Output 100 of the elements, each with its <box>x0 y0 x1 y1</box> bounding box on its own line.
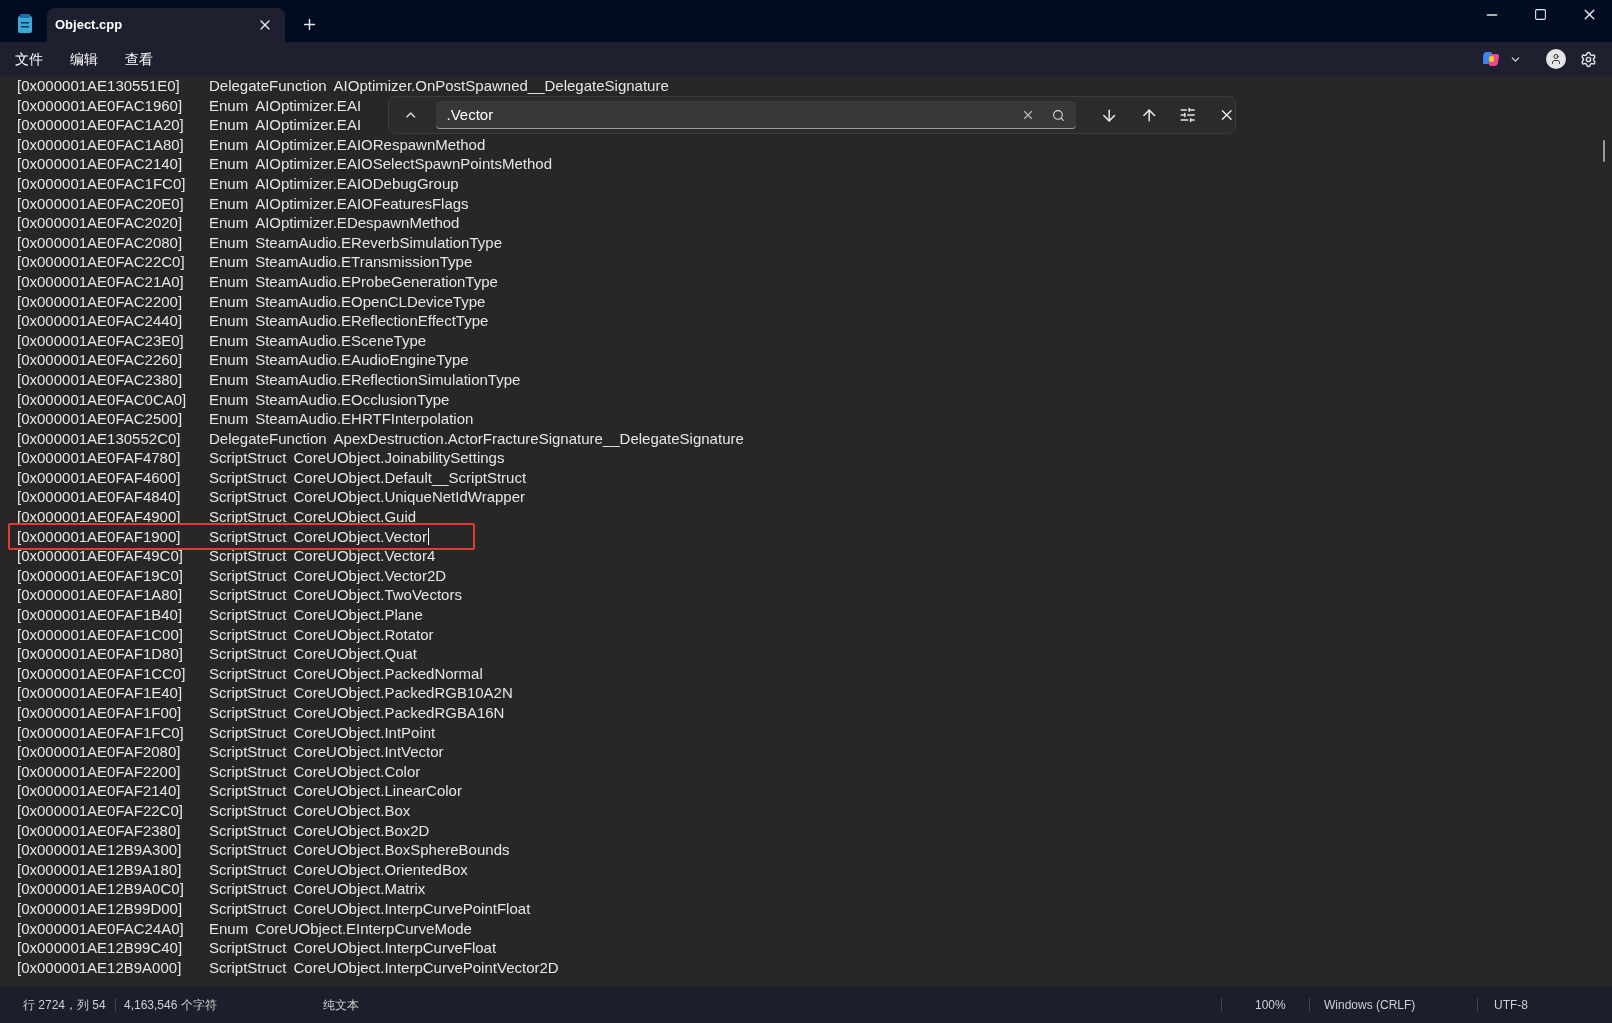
menu-item[interactable]: 查看 <box>125 48 153 70</box>
address-text: [0x000001AE0FAF2080] <box>17 742 182 762</box>
new-tab-icon[interactable] <box>301 16 318 33</box>
address-text: [0x000001AE0FAF1B40] <box>17 605 184 625</box>
kind-text: ScriptStruct <box>209 820 287 841</box>
kind-text: ScriptStruct <box>209 683 287 703</box>
address-text: [0x000001AE130552C0] <box>17 428 182 449</box>
symbol-text: SteamAudio.EHRTFInterpolation <box>255 409 474 429</box>
address-text: [0x000001AE12B9A300] <box>17 840 183 860</box>
symbol-text: SteamAudio.EReflectionEffectType <box>255 311 489 331</box>
options-icon[interactable] <box>1179 106 1197 124</box>
address-text: [0x000001AE0FAC2140] <box>17 154 184 174</box>
address-text: [0x000001AE0FAF4600] <box>17 467 182 488</box>
kind-text: ScriptStruct <box>209 487 287 508</box>
line-ending[interactable]: Windows (CRLF) <box>1324 995 1477 1014</box>
find-field[interactable]: .Vector <box>436 101 1077 129</box>
symbol-text: CoreUObject.Default__ScriptStruct <box>293 467 527 488</box>
kind-text: ScriptStruct <box>209 546 287 566</box>
kind-text: ScriptStruct <box>209 644 287 664</box>
symbol-text: SteamAudio.EReflectionSimulationType <box>255 369 521 390</box>
symbol-text: CoreUObject.Box2D <box>293 820 430 841</box>
maximize-icon[interactable] <box>1534 8 1547 21</box>
symbol-text: CoreUObject.Rotator <box>293 624 434 645</box>
scrollbar-thumb[interactable] <box>1603 140 1605 162</box>
settings-icon[interactable] <box>1580 50 1597 68</box>
address-text: [0x000001AE12B99C40] <box>17 938 184 958</box>
address-text: [0x000001AE0FAC1FC0] <box>17 173 187 194</box>
copilot-icon[interactable] <box>1483 51 1501 67</box>
symbol-text: ApexDestruction.ActorFractureSignature__DelegateSignature <box>333 428 744 449</box>
character-count: 4,163,546 个字符 <box>124 996 218 1014</box>
symbol-text: AIOptimizer.EAI <box>255 115 362 135</box>
address-text: [0x000001AE0FAC2500] <box>17 409 184 429</box>
symbol-text: CoreUObject.Plane <box>293 605 423 625</box>
address-text: [0x000001AE0FAC23E0] <box>17 330 185 351</box>
symbol-text: CoreUObject.EInterpCurveMode <box>255 918 472 939</box>
address-text: [0x000001AE0FAC24A0] <box>17 918 185 939</box>
symbol-text: CoreUObject.LinearColor <box>293 781 462 801</box>
text-cursor <box>427 527 429 545</box>
kind-text: ScriptStruct <box>209 565 287 586</box>
kind-text: ScriptStruct <box>209 703 287 723</box>
kind-text: ScriptStruct <box>209 938 287 958</box>
address-text: [0x000001AE0FAF1C00] <box>17 624 184 645</box>
kind-text: ScriptStruct <box>209 800 287 821</box>
kind-text: Enum <box>209 154 249 174</box>
kind-text: ScriptStruct <box>209 879 287 899</box>
address-text: [0x000001AE0FAC1960] <box>17 95 184 116</box>
zoom-level[interactable]: 100% <box>1255 995 1309 1014</box>
kind-text: ScriptStruct <box>209 898 287 919</box>
search-icon[interactable] <box>1052 109 1066 122</box>
kind-text: Enum <box>209 271 249 292</box>
symbol-text: CoreUObject.InterpCurveFloat <box>293 938 497 958</box>
symbol-text: CoreUObject.TwoVectors <box>293 585 462 606</box>
symbol-text: CoreUObject.PackedNormal <box>293 663 483 684</box>
address-text: [0x000001AE0FAC2440] <box>17 311 184 331</box>
kind-text: Enum <box>209 115 249 135</box>
symbol-text: CoreUObject.IntPoint <box>293 722 436 743</box>
kind-text: ScriptStruct <box>209 448 287 468</box>
address-text: [0x000001AE12B9A180] <box>17 859 183 880</box>
text-format[interactable]: 纯文本 <box>323 995 359 1014</box>
notepad-icon <box>17 14 33 34</box>
address-text: [0x000001AE0FAF2380] <box>17 820 182 841</box>
kind-text: ScriptStruct <box>209 605 287 625</box>
symbol-text: CoreUObject.PackedRGB10A2N <box>293 683 513 703</box>
symbol-text: SteamAudio.ETransmissionType <box>255 252 473 272</box>
symbol-text: CoreUObject.Matrix <box>293 879 426 899</box>
address-text: [0x000001AE0FAC22C0] <box>17 252 186 272</box>
kind-text: Enum <box>209 232 249 253</box>
kind-text: Enum <box>209 193 249 214</box>
address-text: [0x000001AE0FAC2020] <box>17 213 184 233</box>
address-text: [0x000001AE12B9A0C0] <box>17 879 185 899</box>
symbol-text: CoreUObject.InterpCurvePointFloat <box>293 898 531 919</box>
account-avatar[interactable] <box>1546 49 1566 69</box>
kind-text: Enum <box>209 213 249 233</box>
document-tab[interactable]: Object.cpp <box>47 8 285 42</box>
kind-text: ScriptStruct <box>209 722 287 743</box>
kind-text: ScriptStruct <box>209 585 287 606</box>
address-text: [0x000001AE12B9A000] <box>17 957 183 978</box>
address-text: [0x000001AE0FAC2260] <box>17 350 184 370</box>
symbol-text: CoreUObject.IntVector <box>293 742 444 762</box>
address-text: [0x000001AE0FAC1A80] <box>17 134 185 155</box>
kind-text: Enum <box>209 350 249 370</box>
menu-item[interactable]: 文件 <box>15 48 43 70</box>
symbol-text: AIOptimizer.EAI <box>255 95 362 116</box>
kind-text: ScriptStruct <box>209 957 287 978</box>
symbol-text: SteamAudio.EProbeGenerationType <box>255 271 498 292</box>
address-text: [0x000001AE0FAF1D80] <box>17 644 184 664</box>
kind-text: Enum <box>209 95 249 116</box>
kind-text: Enum <box>209 173 249 194</box>
symbol-text: CoreUObject.InterpCurvePointVector2D <box>293 957 559 978</box>
address-text: [0x000001AE0FAC21A0] <box>17 271 185 292</box>
address-text: [0x000001AE0FAF1E40] <box>17 683 184 703</box>
encoding[interactable]: UTF-8 <box>1494 995 1612 1014</box>
symbol-text: SteamAudio.EAudioEngineType <box>255 350 469 370</box>
address-text: [0x000001AE0FAC2200] <box>17 291 184 312</box>
symbol-text: CoreUObject.PackedRGBA16N <box>293 703 505 723</box>
menu-item[interactable]: 编辑 <box>70 48 98 70</box>
address-text: [0x000001AE0FAF19C0] <box>17 565 184 586</box>
symbol-text: AIOptimizer.EAIOFeaturesFlags <box>255 193 469 214</box>
address-text: [0x000001AE0FAC1A20] <box>17 115 185 135</box>
kind-text: Enum <box>209 330 249 351</box>
